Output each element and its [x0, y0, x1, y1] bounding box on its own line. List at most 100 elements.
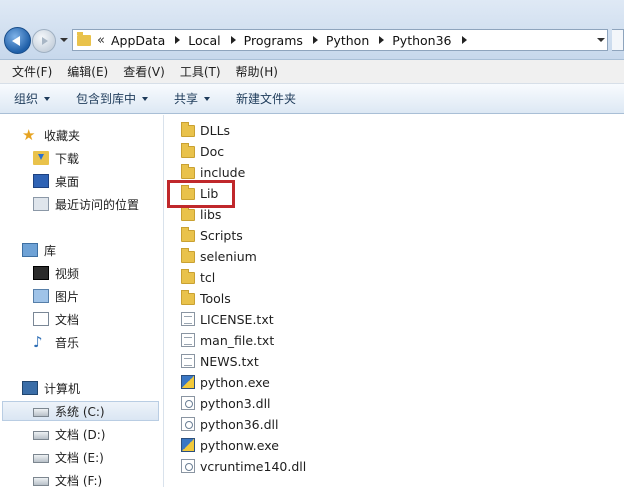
overflow-chevron[interactable]: « — [97, 33, 105, 48]
file-name: tcl — [200, 269, 216, 285]
file-item[interactable]: python3.dll — [181, 393, 271, 413]
caret-down-icon — [204, 96, 211, 101]
file-name: include — [200, 164, 246, 180]
file-name: NEWS.txt — [200, 353, 259, 369]
text-file-icon — [181, 354, 195, 368]
folder-icon — [181, 122, 195, 137]
desktop-icon — [33, 174, 49, 188]
menu-bar: 文件(F) 编辑(E) 查看(V) 工具(T) 帮助(H) — [0, 60, 624, 84]
file-item[interactable]: python.exe — [181, 372, 270, 392]
command-bar: 组织 包含到库中 共享 新建文件夹 — [0, 84, 624, 114]
file-item[interactable]: DLLs — [181, 120, 230, 140]
folder-icon — [181, 206, 195, 221]
folder-icon — [77, 31, 91, 46]
navigation-pane: ★ 收藏夹 下载 桌面 最近访问的位置 库 视频 图片 文档 ♪ 音乐 计算机 系统… — [0, 115, 164, 487]
downloads-folder-icon — [33, 151, 49, 165]
breadcrumb-local[interactable]: Local — [188, 33, 220, 48]
caret-down-icon — [142, 96, 149, 101]
refresh-button[interactable] — [612, 29, 624, 51]
file-name: man_file.txt — [200, 332, 275, 348]
address-bar[interactable]: « AppData Local Programs Python Python36 — [72, 29, 608, 51]
breadcrumb-python[interactable]: Python — [326, 33, 369, 48]
file-name: Scripts — [200, 227, 243, 243]
dll-file-icon — [181, 396, 195, 410]
menu-view[interactable]: 查看(V) — [117, 63, 171, 80]
nav-item-label: 文档 — [55, 312, 80, 327]
nav-item-documents[interactable]: 文档 — [33, 309, 79, 329]
caret-down-icon — [44, 96, 51, 101]
folder-icon — [181, 227, 195, 242]
file-item[interactable]: NEWS.txt — [181, 351, 259, 371]
breadcrumb-appdata[interactable]: AppData — [111, 33, 165, 48]
video-icon — [33, 266, 49, 280]
nav-item-label: 文档 (E:) — [55, 450, 104, 465]
chevron-right-icon[interactable] — [461, 36, 467, 44]
chevron-right-icon[interactable] — [379, 36, 385, 44]
nav-item-label: 系统 (C:) — [55, 404, 105, 419]
file-name: libs — [200, 206, 222, 222]
dll-file-icon — [181, 417, 195, 431]
documents-icon — [33, 312, 49, 326]
nav-drive-c[interactable]: 系统 (C:) — [2, 401, 159, 421]
file-item[interactable]: LICENSE.txt — [181, 309, 274, 329]
nav-favorites[interactable]: ★ 收藏夹 — [22, 125, 80, 145]
nav-item-label: 下载 — [55, 151, 80, 166]
file-list: DLLs Doc include Lib libs Scripts seleni… — [165, 115, 624, 487]
nav-computer[interactable]: 计算机 — [22, 378, 80, 398]
nav-item-videos[interactable]: 视频 — [33, 263, 79, 283]
nav-favorites-label: 收藏夹 — [44, 128, 81, 143]
music-icon: ♪ — [33, 333, 43, 351]
share-button[interactable]: 共享 — [174, 90, 211, 107]
menu-tools[interactable]: 工具(T) — [174, 63, 227, 80]
file-item[interactable]: selenium — [181, 246, 257, 266]
file-name: python3.dll — [200, 395, 271, 411]
new-folder-button[interactable]: 新建文件夹 — [236, 90, 296, 107]
dll-file-icon — [181, 459, 195, 473]
nav-libraries[interactable]: 库 — [22, 240, 56, 260]
text-file-icon — [181, 312, 195, 326]
nav-item-label: 文档 (D:) — [55, 427, 106, 442]
chevron-right-icon[interactable] — [175, 36, 181, 44]
file-item[interactable]: include — [181, 162, 245, 182]
breadcrumb: AppData Local Programs Python Python36 — [111, 33, 475, 48]
nav-item-downloads[interactable]: 下载 — [33, 148, 79, 168]
address-dropdown-icon[interactable] — [597, 38, 605, 42]
folder-icon — [181, 143, 195, 158]
file-item[interactable]: python36.dll — [181, 414, 279, 434]
nav-item-desktop[interactable]: 桌面 — [33, 171, 79, 191]
pythonw-exe-icon — [181, 438, 195, 452]
chevron-right-icon[interactable] — [312, 36, 318, 44]
nav-drive-d[interactable]: 文档 (D:) — [33, 424, 105, 444]
menu-file[interactable]: 文件(F) — [6, 63, 58, 80]
file-item[interactable]: Scripts — [181, 225, 243, 245]
star-icon: ★ — [22, 126, 36, 144]
file-item[interactable]: tcl — [181, 267, 215, 287]
menu-edit[interactable]: 编辑(E) — [61, 63, 114, 80]
nav-item-pictures[interactable]: 图片 — [33, 286, 79, 306]
nav-item-music[interactable]: ♪ 音乐 — [33, 332, 79, 352]
back-button[interactable] — [4, 27, 31, 54]
chevron-right-icon[interactable] — [230, 36, 236, 44]
include-in-library-label: 包含到库中 — [76, 92, 137, 106]
forward-button[interactable] — [32, 29, 56, 53]
drive-icon — [33, 454, 49, 463]
nav-item-recent[interactable]: 最近访问的位置 — [33, 194, 139, 214]
nav-drive-f[interactable]: 文档 (F:) — [33, 470, 102, 487]
recent-pages-dropdown-icon[interactable] — [60, 38, 68, 42]
include-in-library-button[interactable]: 包含到库中 — [76, 90, 149, 107]
file-item[interactable]: Doc — [181, 141, 224, 161]
new-folder-label: 新建文件夹 — [236, 92, 297, 106]
organize-label: 组织 — [14, 92, 39, 106]
breadcrumb-python36[interactable]: Python36 — [392, 33, 451, 48]
breadcrumb-programs[interactable]: Programs — [244, 33, 303, 48]
nav-drive-e[interactable]: 文档 (E:) — [33, 447, 104, 467]
organize-button[interactable]: 组织 — [14, 90, 51, 107]
python-exe-icon — [181, 375, 195, 389]
nav-libraries-label: 库 — [44, 243, 57, 258]
file-item[interactable]: Tools — [181, 288, 231, 308]
file-item[interactable]: vcruntime140.dll — [181, 456, 306, 476]
file-name: python36.dll — [200, 416, 279, 432]
menu-help[interactable]: 帮助(H) — [230, 63, 284, 80]
file-item[interactable]: pythonw.exe — [181, 435, 279, 455]
file-item[interactable]: man_file.txt — [181, 330, 274, 350]
